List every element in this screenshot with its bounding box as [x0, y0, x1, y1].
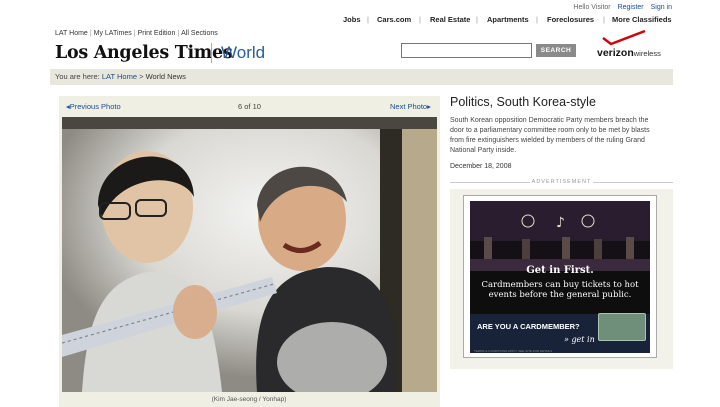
link-separator: |: [133, 30, 136, 37]
next-photo-link[interactable]: Next Photo▸: [390, 102, 431, 111]
utility-links: Hello Visitor Register Sign in: [568, 4, 672, 11]
lat-home-link[interactable]: LAT Home: [55, 30, 88, 37]
right-arrow-icon: ▸: [427, 102, 431, 111]
logo-divider: [211, 43, 212, 63]
signin-link[interactable]: Sign in: [651, 4, 672, 11]
nav-item-more-classifieds[interactable]: More Classifieds: [612, 15, 672, 24]
nav-separator: |: [419, 15, 421, 24]
nav-item-jobs[interactable]: Jobs: [343, 15, 361, 24]
breadcrumb-prefix: You are here:: [55, 72, 100, 81]
next-photo-label: Next Photo: [390, 102, 428, 111]
breadcrumb-separator: >: [139, 72, 144, 81]
breadcrumb-home-link[interactable]: LAT Home: [102, 72, 137, 81]
all-sections-link[interactable]: All Sections: [181, 30, 218, 37]
breadcrumb-current: World News: [145, 72, 186, 81]
photo-counter: 6 of 10: [238, 102, 261, 111]
concert-stage-illustration: ♪: [470, 201, 650, 271]
nav-item-real-estate[interactable]: Real Estate: [430, 15, 470, 24]
article-headline: Politics, South Korea-style: [450, 95, 596, 109]
sponsor-brand: verizon: [597, 47, 634, 59]
link-separator: |: [89, 30, 92, 37]
advertisement-label: ADVERTISEMENT: [531, 179, 592, 185]
my-latimes-link[interactable]: My LATimes: [94, 30, 132, 37]
photo-credit: (Kim Jae-seong / Yonhap): [211, 396, 287, 403]
nav-item-foreclosures[interactable]: Foreclosures: [547, 15, 594, 24]
ad-fine-print: TERMS & CONDITIONS APPLY. SEE SITE FOR D…: [474, 349, 553, 353]
site-logo[interactable]: Los Angeles Times: [55, 43, 233, 63]
register-link[interactable]: Register: [618, 4, 644, 11]
section-links: LAT Home | My LATimes | Print Edition | All Se…: [55, 30, 218, 37]
photo-illustration: [62, 117, 437, 392]
amex-advertisement[interactable]: ♪ Get in First. Cardmembers can buy tick…: [470, 201, 650, 353]
sponsor-wordmark: verizonwireless: [597, 47, 661, 59]
link-separator: |: [177, 30, 180, 37]
nav-separator: |: [367, 15, 369, 24]
amex-card-image: [598, 313, 646, 341]
gallery-photo[interactable]: [62, 117, 437, 392]
nav-separator: |: [476, 15, 478, 24]
verizon-wireless-logo[interactable]: verizonwireless: [597, 30, 673, 64]
music-note-icon: ♪: [556, 215, 565, 231]
print-edition-link[interactable]: Print Edition: [138, 30, 176, 37]
nav-separator: |: [603, 15, 605, 24]
sponsor-suffix: wireless: [633, 49, 661, 58]
search-button[interactable]: SEARCH: [536, 44, 576, 57]
nav-item-apartments[interactable]: Apartments: [487, 15, 529, 24]
get-in-link[interactable]: » get in: [564, 335, 595, 344]
ad-title: Get in First.: [526, 265, 594, 276]
nav-item-cars[interactable]: Cars.com: [377, 15, 411, 24]
article-caption: South Korean opposition Democratic Party…: [450, 117, 650, 154]
article-date: December 18, 2008: [450, 163, 512, 170]
search-input[interactable]: [401, 43, 532, 58]
previous-photo-label: Previous Photo: [69, 102, 121, 111]
previous-photo-link[interactable]: ◂Previous Photo: [66, 102, 121, 111]
check-icon: [602, 30, 646, 46]
greeting-text: Hello Visitor: [573, 4, 611, 11]
section-title[interactable]: World: [221, 43, 265, 63]
classifieds-nav: Jobs | Cars.com | Real Estate | Apartmen…: [0, 15, 720, 27]
ad-cta[interactable]: ARE YOU A CARDMEMBER?: [477, 322, 580, 331]
breadcrumb: You are here: LAT Home > World News: [50, 69, 673, 85]
ad-body: Cardmembers can buy tickets to hot event…: [481, 280, 639, 300]
nav-separator: |: [536, 15, 538, 24]
